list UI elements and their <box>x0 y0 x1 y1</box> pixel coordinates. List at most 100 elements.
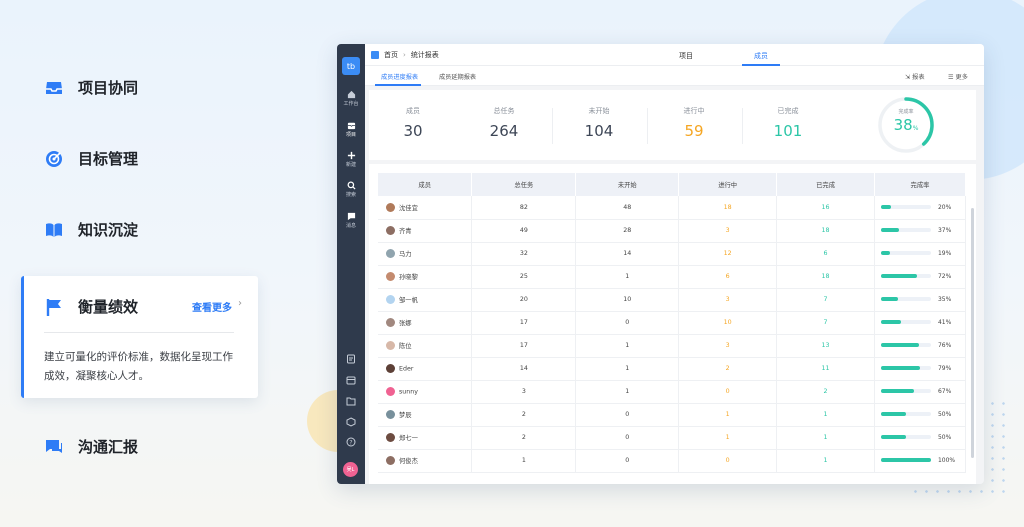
feature-project-collab[interactable]: 项目协同 <box>44 77 138 98</box>
table-row[interactable]: 何俊杰 1 0 0 1 100% <box>378 449 967 473</box>
home-icon <box>347 90 355 99</box>
app-sidebar: tb 工作台 项目 新建 搜索 消息 ? 吴L <box>337 44 365 484</box>
in-progress-cell: 1 <box>678 426 778 450</box>
completed-cell: 1 <box>776 426 875 450</box>
progress-fill <box>880 297 899 301</box>
rate-cell: 35% <box>874 288 967 312</box>
more-button[interactable]: ☰ 更多 <box>948 72 968 81</box>
table-row[interactable]: 梦辰 2 0 1 1 50% <box>378 403 967 427</box>
stat-in-progress: 进行中 59 <box>683 107 705 140</box>
avatar <box>386 203 395 212</box>
total-cell: 14 <box>471 357 577 381</box>
book-icon <box>46 222 62 237</box>
progress-bar <box>880 389 931 393</box>
nav-item-messages[interactable]: 消息 <box>337 212 365 229</box>
total-cell: 3 <box>471 380 577 404</box>
nav-item-new[interactable]: 新建 <box>337 151 365 168</box>
progress-bar <box>880 435 931 439</box>
in-progress-cell: 0 <box>678 380 778 404</box>
calendar-icon[interactable] <box>346 375 356 385</box>
column-header-member[interactable]: 成员 <box>378 173 473 196</box>
progress-fill <box>880 251 891 255</box>
rate-cell: 76% <box>874 334 967 358</box>
avatar <box>386 341 395 351</box>
rate-cell: 41% <box>874 311 967 335</box>
not-started-cell: 28 <box>575 219 680 243</box>
table-row[interactable]: 邹一帆 20 10 3 7 35% <box>378 288 967 312</box>
column-header-in-progress[interactable]: 进行中 <box>678 173 778 196</box>
table-row[interactable]: 沈佳宜 82 48 18 16 20% <box>378 196 967 220</box>
table-row[interactable]: Eder 14 1 2 11 79% <box>378 357 967 381</box>
help-icon[interactable]: ? <box>346 437 356 447</box>
table-row[interactable]: 郑七一 2 0 1 1 50% <box>378 426 967 450</box>
completed-cell: 16 <box>776 196 875 220</box>
chevron-right-icon: › <box>238 298 242 309</box>
table-row[interactable]: 张娜 17 0 10 7 41% <box>378 311 967 335</box>
total-cell: 17 <box>471 311 577 335</box>
breadcrumb-home[interactable]: 首页 <box>384 50 398 60</box>
file-icon[interactable] <box>346 354 356 364</box>
member-cell: 沈佳宜 <box>378 196 473 220</box>
rate-cell: 20% <box>874 196 967 220</box>
scrollbar[interactable] <box>971 208 974 458</box>
nav-item-workbench[interactable]: 工作台 <box>337 90 365 107</box>
user-avatar[interactable]: 吴L <box>343 462 358 477</box>
table-row[interactable]: 陈位 17 1 3 13 76% <box>378 334 967 358</box>
progress-fill <box>880 204 891 209</box>
feature-knowledge[interactable]: 知识沉淀 <box>44 219 138 240</box>
view-more-link[interactable]: 查看更多 <box>192 299 232 314</box>
progress-fill <box>880 412 906 416</box>
feature-communication[interactable]: 沟通汇报 <box>44 436 138 457</box>
member-cell: 齐青 <box>378 219 473 243</box>
completed-cell: 18 <box>776 265 875 289</box>
subtab-member-progress[interactable]: 成员进度报表 <box>381 72 418 81</box>
nav-item-project[interactable]: 项目 <box>337 121 365 138</box>
nav-item-search[interactable]: 搜索 <box>337 181 365 198</box>
member-cell: 邹一帆 <box>378 288 473 312</box>
tab-members[interactable]: 成员 <box>754 51 768 61</box>
feature-label: 项目协同 <box>78 79 139 97</box>
member-cell: 何俊杰 <box>378 449 473 473</box>
feature-card-performance[interactable]: 衡量绩效 查看更多 › 建立可量化的评价标准，数据化呈现工作成效，凝聚核心人才。 <box>21 276 258 398</box>
rate-cell: 79% <box>874 357 967 381</box>
progress-bar <box>880 412 931 416</box>
folder-icon[interactable] <box>346 396 356 406</box>
column-header-rate[interactable]: 完成率 <box>874 173 967 196</box>
feature-card-description: 建立可量化的评价标准，数据化呈现工作成效，凝聚核心人才。 <box>44 351 233 382</box>
column-header-total[interactable]: 总任务 <box>471 173 577 196</box>
member-cell: 孙晓黎 <box>378 265 473 289</box>
feature-goal-management[interactable]: 目标管理 <box>44 148 138 169</box>
table-row[interactable]: 马力 32 14 12 6 19% <box>378 242 967 266</box>
in-progress-cell: 10 <box>678 311 778 335</box>
inbox-icon <box>46 81 62 94</box>
table-row[interactable]: sunny 3 1 0 2 67% <box>378 380 967 404</box>
report-button[interactable]: ⇲ 报表 <box>905 72 925 81</box>
not-started-cell: 0 <box>575 426 680 450</box>
member-cell: sunny <box>378 380 473 404</box>
stat-total-tasks: 总任务 264 <box>489 107 519 140</box>
sub-tab-bar: 成员进度报表 成员延期报表 ⇲ 报表 ☰ 更多 <box>365 66 984 86</box>
table-row[interactable]: 孙晓黎 25 1 6 18 72% <box>378 265 967 289</box>
progress-fill <box>880 389 915 393</box>
app-logo[interactable]: tb <box>342 57 360 75</box>
not-started-cell: 0 <box>575 311 680 335</box>
member-cell: 陈位 <box>378 334 473 358</box>
cube-icon[interactable] <box>346 417 356 427</box>
not-started-cell: 14 <box>575 242 680 266</box>
not-started-cell: 1 <box>575 334 680 358</box>
progress-bar <box>880 251 931 255</box>
top-bar: 首页 › 统计报表 项目 成员 <box>365 44 984 66</box>
column-header-not-started[interactable]: 未开始 <box>575 173 680 196</box>
column-header-completed[interactable]: 已完成 <box>776 173 875 196</box>
table-row[interactable]: 齐青 49 28 3 18 37% <box>378 219 967 243</box>
tab-project[interactable]: 项目 <box>679 51 693 61</box>
progress-fill <box>880 228 900 232</box>
completed-cell: 6 <box>776 242 875 266</box>
stat-completed: 已完成 101 <box>773 107 803 140</box>
completed-cell: 11 <box>776 357 875 381</box>
subtab-member-delay[interactable]: 成员延期报表 <box>439 72 476 81</box>
total-cell: 49 <box>471 219 577 243</box>
progress-bar <box>880 204 931 209</box>
not-started-cell: 1 <box>575 380 680 404</box>
feature-label: 沟通汇报 <box>78 438 139 456</box>
